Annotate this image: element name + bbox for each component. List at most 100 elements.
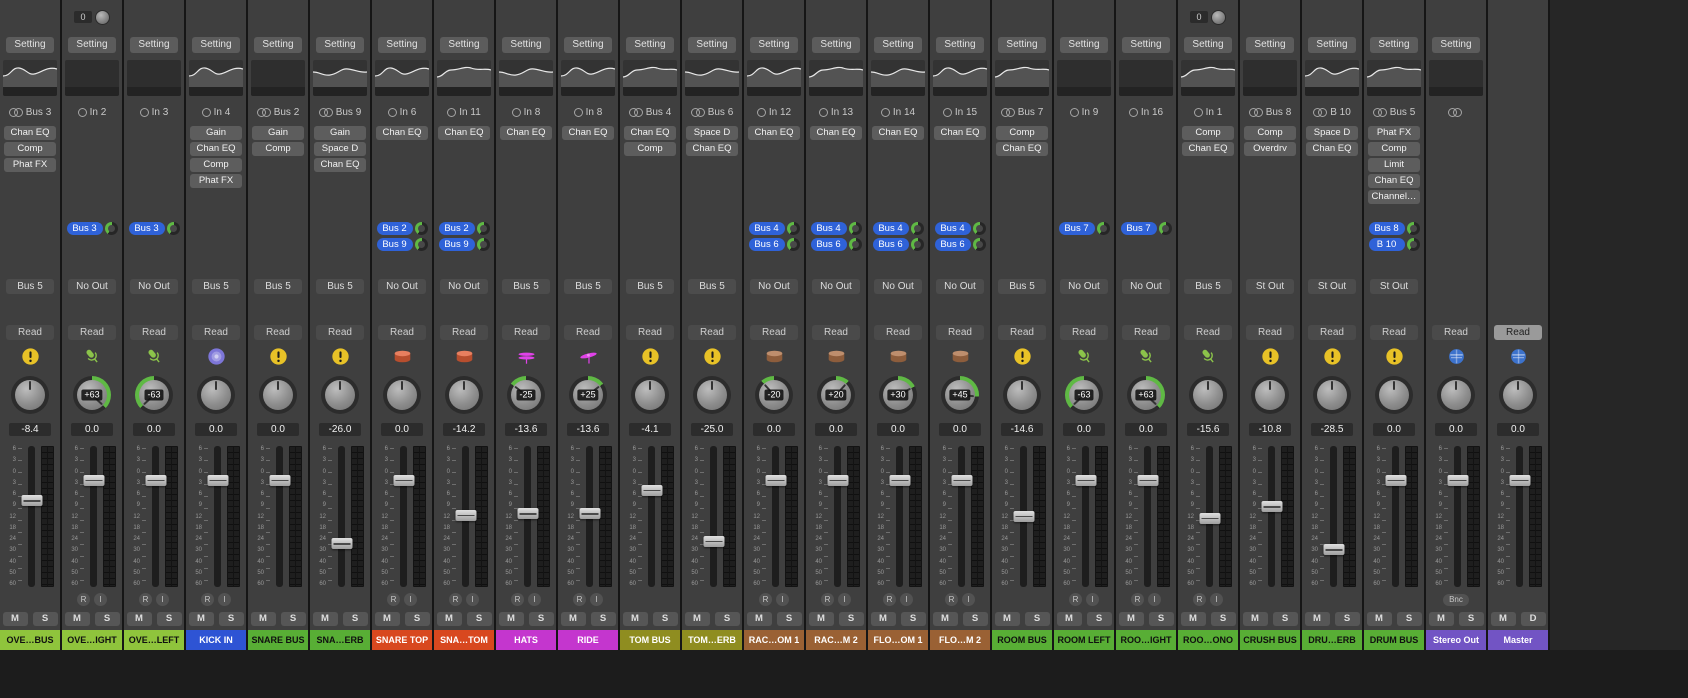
pan-knob[interactable] (1003, 376, 1041, 414)
mute-button[interactable]: M (1242, 612, 1268, 626)
channel-setting-button[interactable]: Setting (750, 37, 798, 53)
eq-thumbnail[interactable] (809, 60, 863, 96)
output-slot[interactable]: No Out (936, 278, 984, 294)
input-gain-knob[interactable] (94, 9, 110, 25)
channel-setting-button[interactable]: Setting (1122, 37, 1170, 53)
mic-icon[interactable] (1075, 347, 1094, 369)
solo-button[interactable]: S (1334, 612, 1360, 626)
input-slot[interactable]: In 14 (893, 107, 915, 118)
send-bus-slot[interactable]: B 10 (1368, 238, 1405, 251)
automation-mode-button[interactable]: Read (1308, 324, 1356, 340)
record-enable-button[interactable]: R (573, 593, 586, 606)
eq-thumbnail[interactable] (65, 60, 119, 96)
record-enable-button[interactable]: R (77, 593, 90, 606)
record-enable-button[interactable]: R (883, 593, 896, 606)
send-bus-slot[interactable]: Bus 7 (1120, 222, 1157, 235)
track-name[interactable]: FLO…M 2 (930, 630, 990, 650)
record-enable-button[interactable]: R (511, 593, 524, 606)
input-slot[interactable]: Bus 2 (274, 107, 300, 118)
insert-plugin-slot[interactable]: Comp (1244, 126, 1296, 140)
input-gain-value[interactable]: 0 (1190, 11, 1208, 23)
track-name[interactable]: RAC…M 2 (806, 630, 866, 650)
warning-icon[interactable] (1261, 347, 1280, 369)
send-level-knob[interactable] (1406, 222, 1420, 235)
channel-setting-button[interactable]: Setting (1184, 37, 1232, 53)
automation-mode-button[interactable]: Read (1494, 324, 1542, 340)
fader-cap[interactable] (1199, 512, 1220, 524)
output-slot[interactable]: No Out (378, 278, 426, 294)
send-level-knob[interactable] (972, 222, 986, 235)
volume-value[interactable]: -14.2 (443, 422, 485, 436)
warning-icon[interactable] (269, 347, 288, 369)
mute-button[interactable]: M (2, 612, 28, 626)
fader-cap[interactable] (21, 495, 42, 507)
solo-button[interactable]: S (1086, 612, 1112, 626)
output-slot[interactable]: Bus 5 (626, 278, 674, 294)
insert-plugin-slot[interactable]: Chan EQ (996, 142, 1048, 156)
insert-plugin-slot[interactable]: Chan EQ (1368, 174, 1420, 188)
send-level-knob[interactable] (848, 238, 862, 251)
insert-plugin-slot[interactable]: Chan EQ (190, 142, 242, 156)
eq-thumbnail[interactable] (1181, 60, 1235, 96)
insert-plugin-slot[interactable]: Space D (314, 142, 366, 156)
mute-button[interactable]: M (746, 612, 772, 626)
fader-cap[interactable] (1137, 474, 1158, 486)
eq-thumbnail[interactable] (561, 60, 615, 96)
insert-plugin-slot[interactable]: Chan EQ (4, 126, 56, 140)
fader-track[interactable] (951, 446, 972, 587)
insert-plugin-slot[interactable]: Comp (624, 142, 676, 156)
input-gain-knob[interactable] (1210, 9, 1226, 25)
mute-button[interactable]: M (932, 612, 958, 626)
pan-knob[interactable] (1375, 376, 1413, 414)
channel-setting-button[interactable]: Setting (130, 37, 178, 53)
solo-button[interactable]: S (404, 612, 430, 626)
snare-icon[interactable] (393, 347, 412, 369)
volume-value[interactable]: 0.0 (133, 422, 175, 436)
send-level-knob[interactable] (848, 222, 862, 235)
mute-button[interactable]: M (994, 612, 1020, 626)
send-bus-slot[interactable]: Bus 9 (376, 238, 413, 251)
track-name[interactable]: DRU…ERB (1302, 630, 1362, 650)
input-monitor-button[interactable]: I (962, 593, 975, 606)
record-enable-button[interactable]: R (387, 593, 400, 606)
track-name[interactable]: ROO…ONO (1178, 630, 1238, 650)
channel-setting-button[interactable]: Setting (998, 37, 1046, 53)
channel-setting-button[interactable]: Setting (316, 37, 364, 53)
pan-knob[interactable] (259, 376, 297, 414)
eq-thumbnail[interactable] (685, 60, 739, 96)
pan-knob[interactable] (1499, 376, 1537, 414)
volume-value[interactable]: 0.0 (257, 422, 299, 436)
record-enable-button[interactable]: R (945, 593, 958, 606)
fader-cap[interactable] (207, 474, 228, 486)
volume-value[interactable]: 0.0 (815, 422, 857, 436)
send-bus-slot[interactable]: Bus 9 (438, 238, 475, 251)
solo-button[interactable]: S (94, 612, 120, 626)
eq-thumbnail[interactable] (189, 60, 243, 96)
automation-mode-button[interactable]: Read (874, 324, 922, 340)
fader-cap[interactable] (889, 474, 910, 486)
solo-button[interactable]: S (156, 612, 182, 626)
channel-setting-button[interactable]: Setting (1246, 37, 1294, 53)
volume-value[interactable]: 0.0 (195, 422, 237, 436)
input-slot[interactable]: In 1 (1206, 107, 1223, 118)
fader-track[interactable] (827, 446, 848, 587)
track-name[interactable]: ROO…IGHT (1116, 630, 1176, 650)
solo-button[interactable]: S (962, 612, 988, 626)
output-slot[interactable]: Bus 5 (564, 278, 612, 294)
send-level-knob[interactable] (476, 238, 490, 251)
insert-plugin-slot[interactable]: Phat FX (1368, 126, 1420, 140)
eq-thumbnail[interactable] (871, 60, 925, 96)
output-slot[interactable]: No Out (68, 278, 116, 294)
fader-cap[interactable] (145, 474, 166, 486)
eq-thumbnail[interactable] (1305, 60, 1359, 96)
fader-cap[interactable] (703, 535, 724, 547)
track-name[interactable]: RIDE (558, 630, 618, 650)
automation-mode-button[interactable]: Read (192, 324, 240, 340)
record-enable-button[interactable]: R (1069, 593, 1082, 606)
track-name[interactable]: CRUSH BUS (1240, 630, 1300, 650)
track-name[interactable]: RAC…OM 1 (744, 630, 804, 650)
input-monitor-button[interactable]: I (218, 593, 231, 606)
insert-plugin-slot[interactable]: Chan EQ (1182, 142, 1234, 156)
output-slot[interactable]: No Out (440, 278, 488, 294)
input-monitor-button[interactable]: I (1086, 593, 1099, 606)
